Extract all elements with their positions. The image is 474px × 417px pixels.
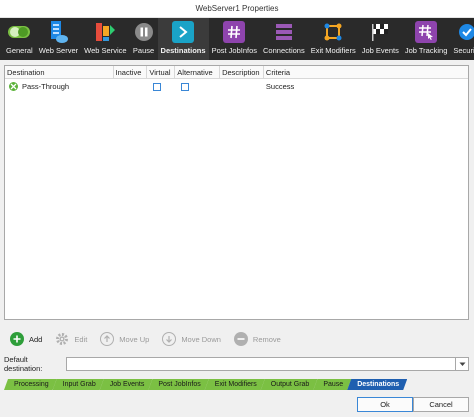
exit-modifier-icon [322, 21, 344, 43]
move-up-button[interactable]: Move Up [100, 332, 149, 346]
arrow-right-icon [172, 21, 195, 43]
security-icon [456, 21, 474, 43]
destination-cell: Pass-Through [5, 79, 114, 94]
add-label: Add [29, 334, 43, 344]
toolbar-job-tracking[interactable]: Job Tracking [402, 18, 451, 60]
toolbar-general[interactable]: General [3, 18, 36, 60]
move-down-label: Move Down [181, 334, 221, 344]
action-bar: Add Edit Move Up Move Down Remove [10, 331, 294, 347]
inactive-cell [114, 79, 148, 94]
arrow-down-icon [162, 332, 177, 346]
stack-icon [273, 21, 295, 43]
toolbar-security[interactable]: Security [450, 18, 474, 60]
alternative-cell [175, 79, 220, 94]
column-header[interactable]: Alternative [175, 66, 221, 79]
move-up-label: Move Up [119, 334, 150, 344]
table-row[interactable]: Pass-Through Success [5, 79, 468, 94]
gear-icon [55, 332, 69, 346]
toolbar-label: Job Events [361, 46, 399, 55]
virtual-checkbox[interactable] [153, 82, 162, 91]
plus-icon [10, 332, 24, 346]
pass-through-icon [9, 82, 18, 91]
window-title: WebServer1 Properties [0, 0, 474, 18]
toolbar-connections[interactable]: Connections [260, 18, 308, 60]
toolbar-label: Exit Modifiers [310, 46, 356, 55]
minus-icon [233, 332, 248, 346]
column-header[interactable]: Inactive [114, 66, 148, 79]
pause-icon [133, 21, 155, 43]
column-header[interactable]: Criteria [264, 66, 468, 79]
default-destination-label: Default destination: [4, 355, 43, 373]
chevron-down-icon[interactable] [456, 357, 469, 371]
server-icon [47, 21, 69, 43]
ok-button[interactable]: Ok [357, 397, 413, 412]
edit-label: Edit [74, 334, 88, 344]
toolbar-web-service[interactable]: Web Service [81, 18, 129, 60]
tab-post-jobinfos[interactable]: Post JobInfos [148, 379, 208, 390]
destination-name: Pass-Through [22, 82, 70, 91]
hash-cursor-icon [415, 21, 438, 43]
tab-exit-modifiers[interactable]: Exit Modifiers [205, 379, 265, 390]
toolbar-label: Post JobInfos [211, 46, 258, 55]
toolbar-label: General [6, 46, 33, 55]
description-cell [220, 79, 264, 94]
virtual-cell [147, 79, 175, 94]
toolbar-destinations[interactable]: Destinations [157, 18, 209, 60]
toggle-icon [8, 21, 31, 43]
web-service-icon [94, 21, 116, 43]
tab-job-events[interactable]: Job Events [100, 379, 153, 390]
toolbar-label: Job Tracking [404, 46, 448, 55]
add-button[interactable]: Add [10, 332, 42, 346]
toolbar: General Web Server Web Service Pause Des… [0, 18, 474, 60]
toolbar-web-server[interactable]: Web Server [36, 18, 81, 60]
toolbar-label: Connections [263, 46, 305, 55]
default-destination-row: Default destination: [4, 355, 469, 373]
hash-icon [223, 21, 246, 43]
cancel-button[interactable]: Cancel [413, 397, 469, 412]
remove-label: Remove [252, 334, 281, 344]
toolbar-label: Pause [132, 46, 155, 55]
alternative-checkbox[interactable] [181, 82, 190, 91]
move-down-button[interactable]: Move Down [162, 332, 221, 346]
tab-destinations[interactable]: Destinations [347, 379, 407, 390]
toolbar-label: Security [453, 46, 474, 55]
column-header[interactable]: Virtual [147, 66, 176, 79]
checkered-flag-icon [369, 21, 391, 43]
destinations-grid: Destination Inactive Virtual Alternative… [4, 65, 469, 320]
column-header[interactable]: Destination [5, 66, 114, 79]
default-destination-select[interactable] [66, 357, 456, 371]
toolbar-exit-modifiers[interactable]: Exit Modifiers [308, 18, 359, 60]
toolbar-job-events[interactable]: Job Events [359, 18, 402, 60]
toolbar-label: Web Server [38, 46, 79, 55]
bottom-tabs: Processing Input Grab Job Events Post Jo… [4, 379, 469, 390]
toolbar-label: Web Service [84, 46, 127, 55]
grid-header: Destination Inactive Virtual Alternative… [5, 66, 468, 79]
dialog-footer: Ok Cancel [0, 395, 474, 417]
toolbar-label: Destinations [160, 46, 206, 55]
criteria-cell: Success [265, 82, 295, 91]
tab-processing[interactable]: Processing [4, 379, 57, 390]
arrow-up-icon [100, 332, 115, 346]
tab-output-grab[interactable]: Output Grab [261, 379, 318, 390]
toolbar-post-jobinfos[interactable]: Post JobInfos [209, 18, 260, 60]
tab-input-grab[interactable]: Input Grab [53, 379, 104, 390]
toolbar-pause[interactable]: Pause [130, 18, 158, 60]
tab-pause[interactable]: Pause [313, 379, 351, 390]
edit-button[interactable]: Edit [55, 332, 87, 346]
column-header[interactable]: Description [220, 66, 264, 79]
remove-button[interactable]: Remove [233, 332, 281, 346]
